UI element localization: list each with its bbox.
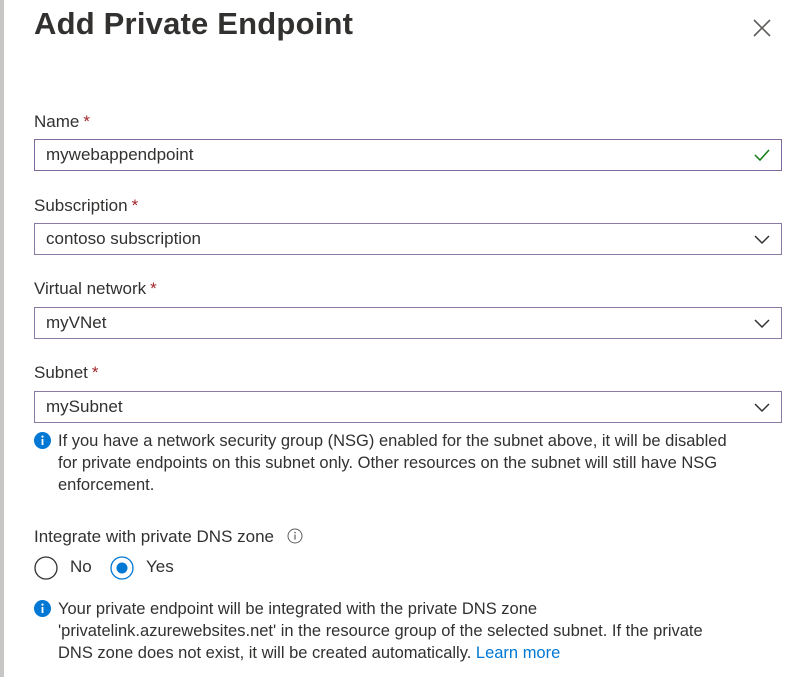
subnet-label-text: Subnet bbox=[34, 363, 88, 382]
close-icon bbox=[753, 19, 771, 37]
dns-info-line-2: 'privatelink.azurewebsites.net' in the r… bbox=[58, 622, 703, 640]
subnet-dropdown-value: mySubnet bbox=[46, 397, 123, 416]
subscription-label-text: Subscription bbox=[34, 196, 128, 215]
checkmark-icon bbox=[754, 149, 770, 162]
dns-radio-no-label: No bbox=[70, 557, 92, 576]
name-input-value: mywebappendpoint bbox=[46, 145, 194, 164]
subnet-label: Subnet * bbox=[34, 363, 99, 383]
dns-zone-label: Integrate with private DNS zone bbox=[34, 527, 303, 547]
nsg-info-line-1: If you have a network security group (NS… bbox=[58, 432, 727, 450]
name-input[interactable]: mywebappendpoint bbox=[34, 139, 782, 171]
subnet-dropdown[interactable]: mySubnet bbox=[34, 391, 782, 423]
dns-radio-no[interactable]: No bbox=[34, 554, 104, 582]
dns-info-text: Your private endpoint will be integrated… bbox=[58, 598, 794, 664]
subscription-dropdown-value: contoso subscription bbox=[46, 229, 201, 248]
learn-more-link[interactable]: Learn more bbox=[476, 644, 560, 662]
info-icon bbox=[34, 600, 51, 617]
panel-title: Add Private Endpoint bbox=[34, 6, 354, 41]
chevron-down-icon bbox=[754, 319, 770, 329]
name-required-mark: * bbox=[83, 112, 90, 131]
name-label: Name * bbox=[34, 112, 90, 132]
chevron-down-icon bbox=[754, 403, 770, 413]
name-label-text: Name bbox=[34, 112, 80, 131]
virtual-network-dropdown-value: myVNet bbox=[46, 313, 107, 332]
radio-unselected-icon bbox=[34, 556, 58, 580]
dns-info-line-3-text: DNS zone does not exist, it will be crea… bbox=[58, 644, 472, 662]
dns-info-line-3: DNS zone does not exist, it will be crea… bbox=[58, 642, 794, 664]
info-tooltip-icon[interactable] bbox=[287, 528, 303, 544]
nsg-info-text: If you have a network security group (NS… bbox=[58, 430, 794, 496]
dns-radio-yes[interactable]: Yes bbox=[110, 554, 190, 582]
dns-info-message: Your private endpoint will be integrated… bbox=[34, 598, 794, 670]
nsg-info-line-2: for private endpoints on this subnet onl… bbox=[58, 454, 718, 472]
nsg-info-line-3: enforcement. bbox=[58, 476, 155, 494]
subscription-label: Subscription * bbox=[34, 196, 138, 216]
subnet-required-mark: * bbox=[91, 363, 99, 382]
virtual-network-label-text: Virtual network bbox=[34, 279, 147, 298]
close-button[interactable] bbox=[748, 14, 776, 42]
radio-selected-icon bbox=[110, 556, 134, 580]
dns-zone-label-text: Integrate with private DNS zone bbox=[34, 527, 275, 546]
dns-info-line-1: Your private endpoint will be integrated… bbox=[58, 600, 538, 618]
dns-radio-yes-label: Yes bbox=[146, 557, 174, 576]
subscription-required-mark: * bbox=[131, 196, 139, 215]
nsg-info-message: If you have a network security group (NS… bbox=[34, 430, 794, 502]
add-private-endpoint-panel: Add Private Endpoint Name * mywebappendpo… bbox=[4, 0, 794, 677]
chevron-down-icon bbox=[754, 235, 770, 245]
virtual-network-required-mark: * bbox=[150, 279, 157, 298]
subscription-dropdown[interactable]: contoso subscription bbox=[34, 223, 782, 255]
virtual-network-label: Virtual network * bbox=[34, 279, 157, 299]
virtual-network-dropdown[interactable]: myVNet bbox=[34, 307, 782, 339]
info-icon bbox=[34, 432, 51, 449]
